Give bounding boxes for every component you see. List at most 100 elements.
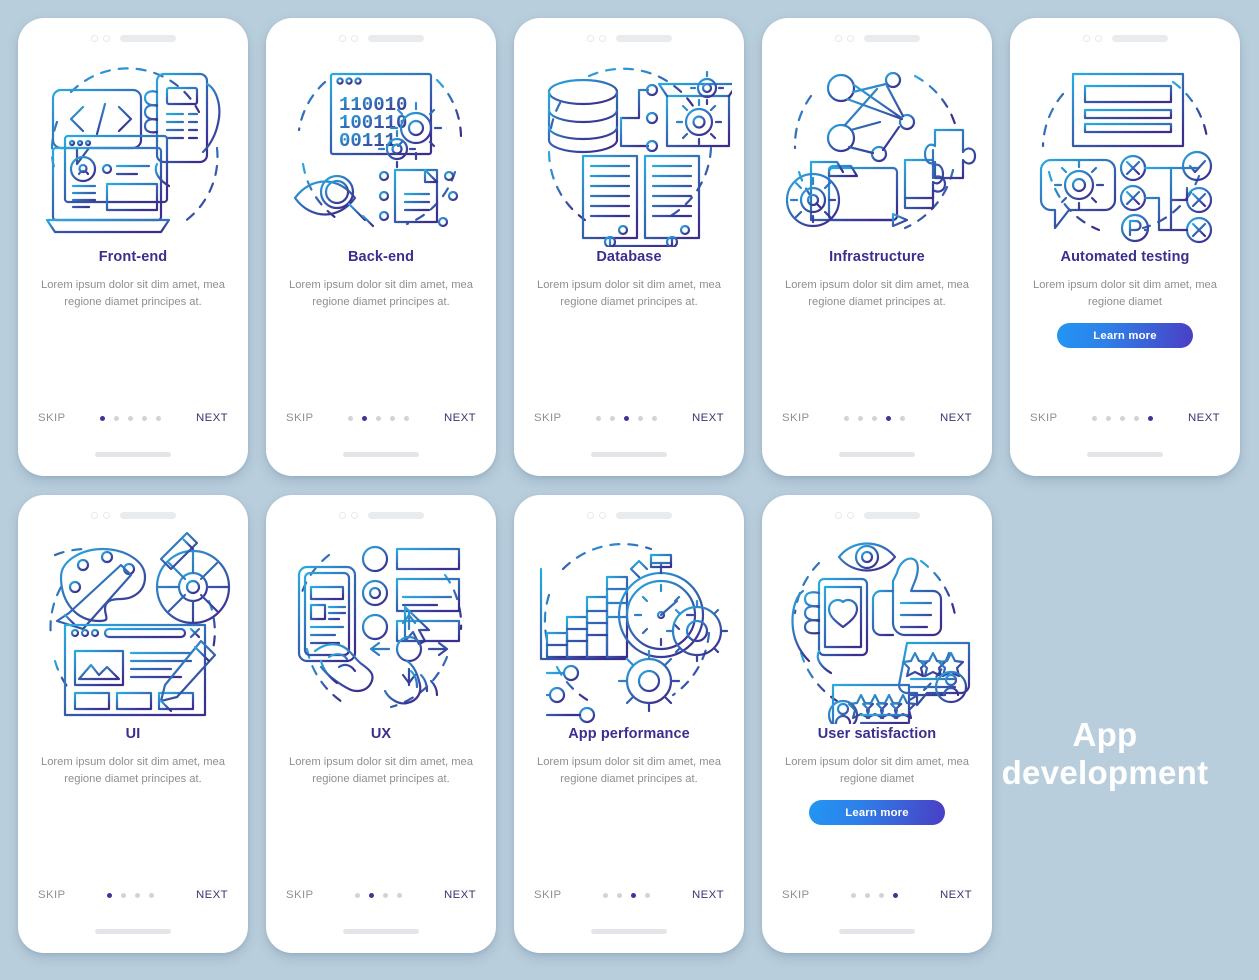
next-button[interactable]: NEXT (940, 889, 972, 901)
status-dot-icon (586, 511, 594, 519)
screen-card-infrastructure[interactable]: Infrastructure Lorem ipsum dolor sit dim… (762, 18, 992, 476)
page-dot[interactable] (1134, 415, 1140, 421)
page-dot[interactable] (645, 892, 651, 898)
page-dot[interactable] (624, 415, 630, 421)
page-dot[interactable] (107, 892, 113, 898)
next-button[interactable]: NEXT (196, 412, 228, 424)
page-dot[interactable] (121, 892, 127, 898)
skip-button[interactable]: SKIP (38, 889, 66, 901)
skip-button[interactable]: SKIP (534, 412, 562, 424)
page-dot[interactable] (397, 892, 403, 898)
card-title: Database (596, 249, 662, 265)
page-dot[interactable] (149, 892, 155, 898)
card-title: UX (370, 726, 392, 742)
page-dot[interactable] (404, 415, 410, 421)
page-dot[interactable] (844, 415, 850, 421)
onboarding-screens-board: Front-end Lorem ipsum dolor sit dim amet… (0, 0, 1259, 980)
status-dot-icon (834, 511, 842, 519)
skip-button[interactable]: SKIP (38, 412, 66, 424)
card-title: App performance (568, 726, 690, 742)
card-title: Automated testing (1060, 249, 1190, 265)
skip-button[interactable]: SKIP (782, 889, 810, 901)
page-dot[interactable] (348, 415, 354, 421)
status-pill (615, 511, 672, 519)
page-dot[interactable] (886, 415, 892, 421)
home-indicator (591, 452, 667, 457)
page-dot[interactable] (603, 892, 609, 898)
status-bar (586, 30, 672, 46)
page-dot[interactable] (872, 415, 878, 421)
page-dots (355, 892, 403, 898)
screen-card-front-end[interactable]: Front-end Lorem ipsum dolor sit dim amet… (18, 18, 248, 476)
next-button[interactable]: NEXT (444, 412, 476, 424)
page-dot[interactable] (135, 892, 141, 898)
status-pill (119, 511, 176, 519)
screen-card-database[interactable]: Database Lorem ipsum dolor sit dim amet,… (514, 18, 744, 476)
next-button[interactable]: NEXT (692, 889, 724, 901)
page-dot[interactable] (631, 892, 637, 898)
home-indicator (591, 929, 667, 934)
page-dot[interactable] (1120, 415, 1126, 421)
page-dot[interactable] (1106, 415, 1112, 421)
home-indicator (95, 452, 171, 457)
screen-card-user-satisfaction[interactable]: User satisfaction Lorem ipsum dolor sit … (762, 495, 992, 953)
page-dot[interactable] (128, 415, 134, 421)
home-indicator (343, 929, 419, 934)
status-dot-icon (598, 34, 606, 42)
next-button[interactable]: NEXT (196, 889, 228, 901)
status-bar (1082, 30, 1168, 46)
illustration-infrastructure (775, 52, 980, 247)
page-dot[interactable] (596, 415, 602, 421)
skip-button[interactable]: SKIP (782, 412, 810, 424)
home-indicator (839, 452, 915, 457)
page-dot[interactable] (362, 415, 368, 421)
page-dot[interactable] (879, 892, 885, 898)
learn-more-button[interactable]: Learn more (1057, 323, 1193, 348)
skip-button[interactable]: SKIP (286, 412, 314, 424)
page-dot[interactable] (142, 415, 148, 421)
screen-card-ui[interactable]: UI Lorem ipsum dolor sit dim amet, mea r… (18, 495, 248, 953)
status-bar (586, 507, 672, 523)
page-dot[interactable] (369, 892, 375, 898)
page-dot[interactable] (1148, 415, 1154, 421)
page-dot[interactable] (865, 892, 871, 898)
status-dot-icon (586, 34, 594, 42)
card-description: Lorem ipsum dolor sit dim amet, mea regi… (536, 756, 722, 785)
card-description: Lorem ipsum dolor sit dim amet, mea regi… (40, 279, 226, 308)
page-dot[interactable] (617, 892, 623, 898)
page-dot[interactable] (156, 415, 162, 421)
learn-more-button[interactable]: Learn more (809, 800, 945, 825)
status-dot-icon (90, 511, 98, 519)
page-dot[interactable] (610, 415, 616, 421)
page-dot[interactable] (900, 415, 906, 421)
screen-card-app-performance[interactable]: App performance Lorem ipsum dolor sit di… (514, 495, 744, 953)
page-dot[interactable] (100, 415, 106, 421)
page-dot[interactable] (114, 415, 120, 421)
nav-row: SKIP NEXT (1010, 412, 1240, 424)
card-title: UI (125, 726, 141, 742)
page-dot[interactable] (638, 415, 644, 421)
next-button[interactable]: NEXT (444, 889, 476, 901)
next-button[interactable]: NEXT (940, 412, 972, 424)
page-dot[interactable] (1092, 415, 1098, 421)
skip-button[interactable]: SKIP (286, 889, 314, 901)
page-dot[interactable] (355, 892, 361, 898)
next-button[interactable]: NEXT (692, 412, 724, 424)
screen-card-automated-testing[interactable]: Automated testing Lorem ipsum dolor sit … (1010, 18, 1240, 476)
screen-card-back-end[interactable]: 110010 100110 00111 Back-end Lorem ipsum… (266, 18, 496, 476)
page-dot[interactable] (893, 892, 899, 898)
home-indicator (839, 929, 915, 934)
page-dot[interactable] (858, 415, 864, 421)
screen-card-ux[interactable]: UX Lorem ipsum dolor sit dim amet, mea r… (266, 495, 496, 953)
card-description: Lorem ipsum dolor sit dim amet, mea regi… (536, 279, 722, 308)
page-dot[interactable] (851, 892, 857, 898)
illustration-ui (31, 529, 236, 724)
page-dot[interactable] (383, 892, 389, 898)
page-dot[interactable] (376, 415, 382, 421)
skip-button[interactable]: SKIP (1030, 412, 1058, 424)
next-button[interactable]: NEXT (1188, 412, 1220, 424)
page-dot[interactable] (652, 415, 658, 421)
page-dot[interactable] (390, 415, 396, 421)
card-title: Infrastructure (829, 249, 925, 265)
skip-button[interactable]: SKIP (534, 889, 562, 901)
